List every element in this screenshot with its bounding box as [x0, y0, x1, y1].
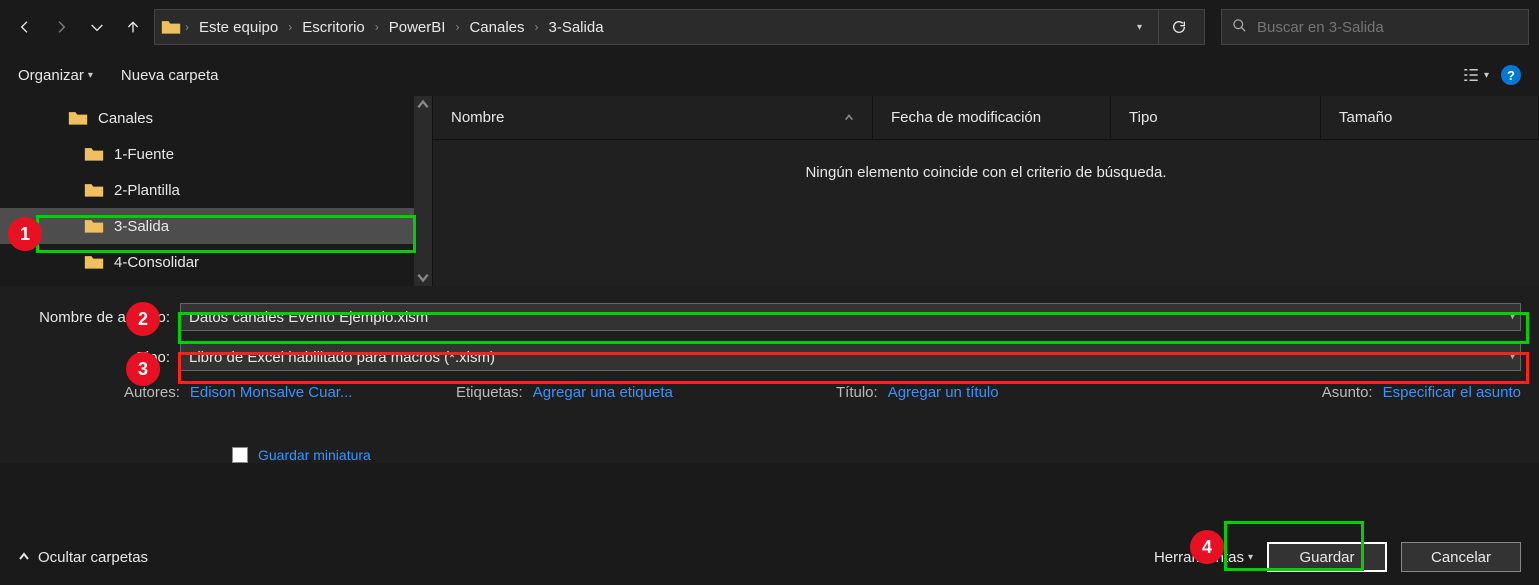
back-button[interactable] [10, 12, 40, 42]
empty-list-message: Ningún elemento coincide con el criterio… [433, 140, 1539, 181]
search-icon [1232, 18, 1247, 36]
folder-icon [84, 146, 104, 162]
metadata-row: Autores: Edison Monsalve Cuar... Etiquet… [18, 384, 1521, 401]
chevron-down-icon[interactable]: ▾ [1137, 22, 1142, 33]
refresh-button[interactable] [1158, 9, 1198, 45]
save-thumbnail-checkbox[interactable] [232, 447, 248, 463]
authors-value[interactable]: Edison Monsalve Cuar... [190, 384, 353, 401]
column-headers: Nombre Fecha de modificación Tipo Tamaño [433, 96, 1539, 140]
column-type[interactable]: Tipo [1111, 96, 1321, 139]
save-thumbnail-label[interactable]: Guardar miniatura [258, 447, 371, 463]
new-folder-button[interactable]: Nueva carpeta [121, 67, 219, 84]
tags-label: Etiquetas: [456, 384, 523, 401]
sort-up-icon [844, 113, 854, 123]
tree-item-label: 2-Plantilla [114, 182, 180, 199]
save-form: Nombre de archivo: ▾ Tipo: ▾ Autores: Ed… [0, 286, 1539, 463]
folder-icon [84, 254, 104, 270]
tree-item-label: 1-Fuente [114, 146, 174, 163]
save-button[interactable]: Guardar [1267, 542, 1387, 572]
folder-icon [84, 218, 104, 234]
tree-item-4-consolidar[interactable]: 4-Consolidar [0, 244, 432, 280]
folder-icon [161, 19, 181, 35]
title-label: Título: [836, 384, 878, 401]
breadcrumb[interactable]: › Este equipo › Escritorio › PowerBI › C… [154, 9, 1205, 45]
tree-item-label: Canales [98, 110, 153, 127]
tree-item-label: 4-Consolidar [114, 254, 199, 271]
tags-value[interactable]: Agregar una etiqueta [533, 384, 673, 401]
tools-dropdown[interactable]: Herramientas▾ [1154, 549, 1253, 566]
up-button[interactable] [118, 12, 148, 42]
subject-value[interactable]: Especificar el asunto [1383, 384, 1521, 401]
hide-folders-button[interactable]: Ocultar carpetas [18, 549, 148, 566]
folder-icon [84, 182, 104, 198]
recent-dropdown[interactable] [82, 12, 112, 42]
dialog-footer: Ocultar carpetas Herramientas▾ Guardar C… [0, 529, 1539, 585]
folder-icon [68, 110, 88, 126]
chevron-up-icon [18, 551, 30, 563]
title-value[interactable]: Agregar un título [888, 384, 999, 401]
column-size[interactable]: Tamaño [1321, 96, 1539, 139]
chevron-right-icon: › [286, 20, 294, 34]
tree-scrollbar[interactable] [414, 96, 432, 286]
tree-item-canales[interactable]: Canales [0, 100, 432, 136]
tree-item-3-salida[interactable]: 3-Salida [0, 208, 432, 244]
folder-tree: Canales 1-Fuente 2-Plantilla 3-Salida 4-… [0, 96, 432, 286]
tree-item-2-plantilla[interactable]: 2-Plantilla [0, 172, 432, 208]
view-options-button[interactable]: ▾ [1462, 66, 1489, 84]
breadcrumb-item[interactable]: Escritorio [296, 19, 371, 36]
breadcrumb-item[interactable]: 3-Salida [543, 19, 610, 36]
tree-item-1-fuente[interactable]: 1-Fuente [0, 136, 432, 172]
tree-item-label: 3-Salida [114, 218, 169, 235]
authors-label: Autores: [124, 384, 180, 401]
chevron-right-icon: › [453, 20, 461, 34]
breadcrumb-item[interactable]: PowerBI [383, 19, 452, 36]
address-bar: › Este equipo › Escritorio › PowerBI › C… [0, 0, 1539, 54]
column-date[interactable]: Fecha de modificación [873, 96, 1111, 139]
column-name[interactable]: Nombre [433, 96, 873, 139]
breadcrumb-item[interactable]: Canales [463, 19, 530, 36]
search-box[interactable] [1221, 9, 1529, 45]
chevron-right-icon: › [183, 20, 191, 34]
filename-label: Nombre de archivo: [18, 309, 180, 326]
forward-button[interactable] [46, 12, 76, 42]
chevron-right-icon: › [533, 20, 541, 34]
chevron-right-icon: › [373, 20, 381, 34]
cancel-button[interactable]: Cancelar [1401, 542, 1521, 572]
filename-input[interactable] [180, 303, 1521, 331]
organize-button[interactable]: Organizar▾ [18, 67, 93, 84]
breadcrumb-item[interactable]: Este equipo [193, 19, 284, 36]
scroll-down-icon[interactable] [416, 270, 430, 284]
help-button[interactable]: ? [1501, 65, 1521, 85]
filetype-label: Tipo: [18, 349, 180, 366]
search-input[interactable] [1257, 19, 1518, 36]
main-area: Canales 1-Fuente 2-Plantilla 3-Salida 4-… [0, 96, 1539, 286]
toolbar: Organizar▾ Nueva carpeta ▾ ? [0, 54, 1539, 96]
file-list: Nombre Fecha de modificación Tipo Tamaño… [432, 96, 1539, 286]
scroll-up-icon[interactable] [416, 98, 430, 112]
subject-label: Asunto: [1322, 384, 1373, 401]
filetype-select[interactable] [180, 343, 1521, 371]
